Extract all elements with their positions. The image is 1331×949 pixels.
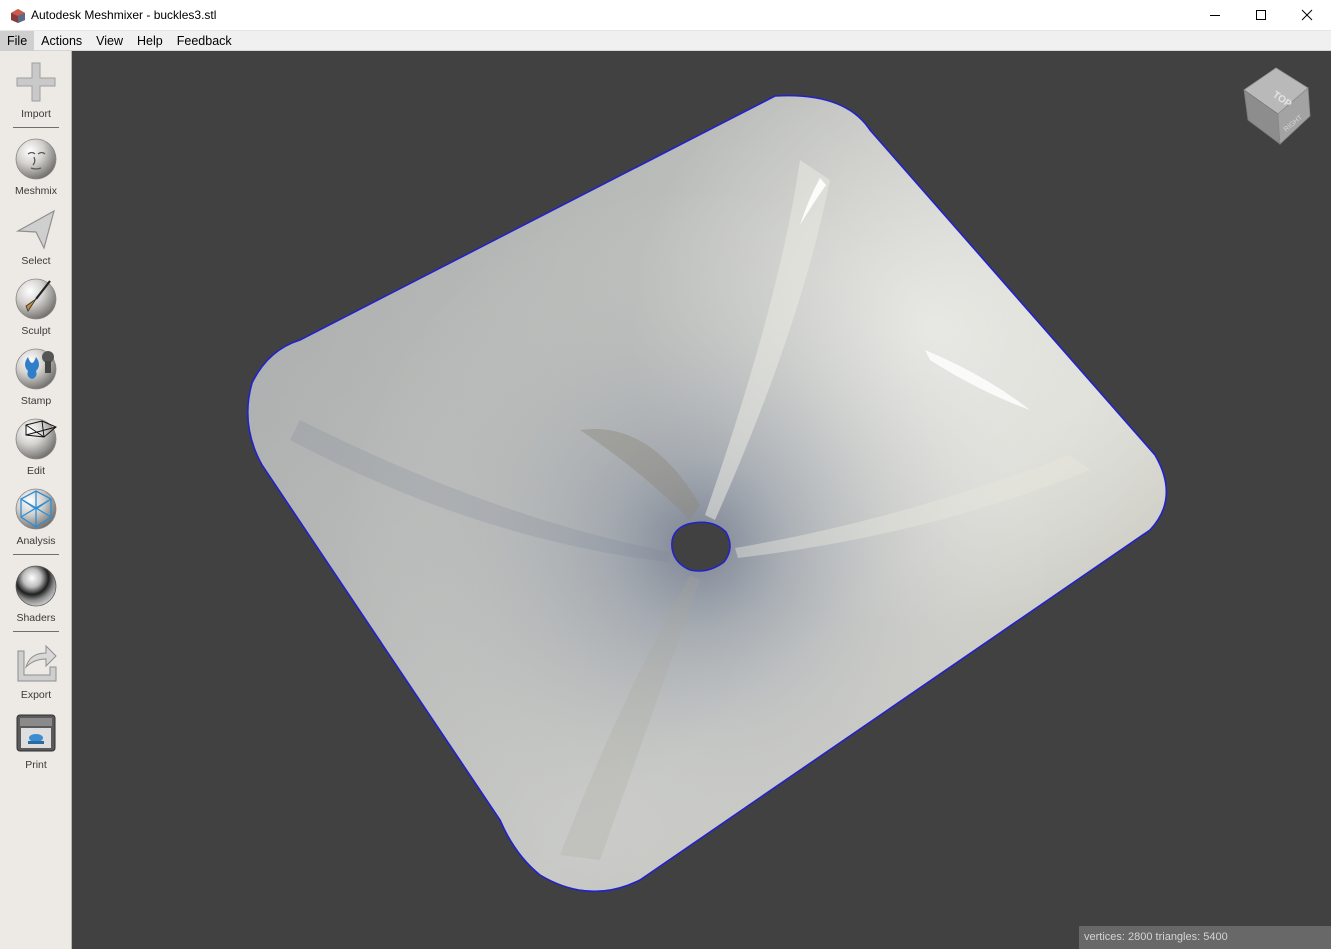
view-cube[interactable]: TOP RIGHT (1234, 62, 1316, 148)
toolbar-divider (13, 127, 59, 128)
menu-actions[interactable]: Actions (34, 31, 89, 51)
select-tool-button[interactable]: Select (2, 207, 70, 275)
analysis-sphere-icon (15, 488, 57, 530)
title-bar: Autodesk Meshmixer - buckles3.stl (0, 0, 1331, 31)
select-tool-label: Select (21, 255, 51, 267)
menu-view[interactable]: View (89, 31, 130, 51)
menu-file[interactable]: File (0, 30, 35, 51)
shaders-tool-label: Shaders (16, 612, 56, 624)
menu-feedback[interactable]: Feedback (170, 31, 239, 51)
import-tool-label: Import (21, 108, 51, 120)
minimize-icon (1210, 15, 1220, 16)
arrow-pointer-icon (15, 209, 55, 250)
sculpt-tool-label: Sculpt (21, 325, 51, 337)
meshmix-face-icon (15, 138, 57, 180)
printer-icon (16, 714, 56, 752)
maximize-button[interactable] (1238, 0, 1284, 30)
print-tool-label: Print (25, 759, 47, 771)
edit-mesh-sphere-icon (15, 418, 57, 460)
mesh-hole (671, 521, 731, 572)
mesh-model[interactable] (72, 51, 1331, 949)
sculpt-tool-button[interactable]: Sculpt (2, 277, 70, 345)
window-title: Autodesk Meshmixer - buckles3.stl (31, 8, 217, 22)
edit-tool-button[interactable]: Edit (2, 417, 70, 485)
export-arrow-icon (17, 644, 57, 682)
maximize-icon (1256, 10, 1266, 20)
chrome-sphere-icon (15, 565, 57, 607)
close-button[interactable] (1284, 0, 1330, 30)
toolbar-divider (13, 554, 59, 555)
menu-help[interactable]: Help (130, 31, 170, 51)
meshmix-tool-button[interactable]: Meshmix (2, 137, 70, 205)
shaders-tool-button[interactable]: Shaders (2, 564, 70, 632)
analysis-tool-label: Analysis (16, 535, 56, 547)
menu-bar: File Actions View Help Feedback (0, 30, 1331, 51)
export-tool-label: Export (20, 689, 52, 701)
edit-tool-label: Edit (26, 465, 46, 477)
meshmix-tool-label: Meshmix (14, 185, 57, 197)
stamp-sphere-icon (15, 348, 57, 390)
export-tool-button[interactable]: Export (2, 641, 70, 709)
stamp-tool-label: Stamp (20, 395, 52, 407)
tools-sidebar: Import Meshmix Select Sculpt Stamp Edit … (0, 51, 72, 949)
3d-viewport[interactable]: TOP RIGHT (72, 51, 1331, 949)
meshmixer-app-icon (11, 9, 25, 23)
brush-sphere-icon (15, 278, 57, 320)
minimize-button[interactable] (1192, 0, 1238, 30)
print-tool-button[interactable]: Print (2, 711, 70, 779)
plus-icon (16, 62, 56, 102)
mesh-stats-status: vertices: 2800 triangles: 5400 (1079, 926, 1331, 949)
toolbar-divider (13, 631, 59, 632)
stamp-tool-button[interactable]: Stamp (2, 347, 70, 415)
analysis-tool-button[interactable]: Analysis (2, 487, 70, 555)
import-tool-button[interactable]: Import (2, 60, 70, 128)
close-icon (1301, 9, 1313, 21)
